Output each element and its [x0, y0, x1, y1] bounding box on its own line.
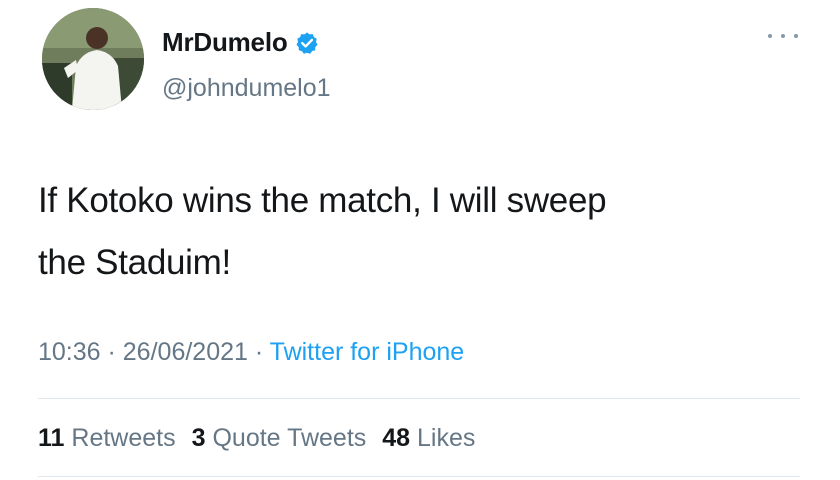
divider	[38, 476, 800, 477]
tweet-date[interactable]: 26/06/2021	[123, 338, 248, 366]
likes-stat[interactable]: 48 Likes	[382, 424, 475, 453]
quotes-label: Quote Tweets	[212, 424, 367, 452]
retweets-count: 11	[38, 424, 65, 452]
more-options-icon[interactable]	[768, 28, 798, 44]
retweets-stat[interactable]: 11 Retweets	[38, 424, 176, 453]
retweets-label: Retweets	[71, 424, 176, 452]
divider	[38, 398, 800, 399]
likes-count: 48	[382, 424, 411, 452]
meta-separator: ·	[247, 338, 270, 366]
tweet-card: MrDumelo @johndumelo1 If Kotoko wins the…	[0, 0, 840, 480]
tweet-text-line: the Staduim!	[38, 243, 231, 282]
likes-label: Likes	[417, 424, 476, 452]
more-dot	[768, 34, 772, 38]
meta-separator: ·	[100, 338, 123, 366]
author-name-row[interactable]: MrDumelo	[162, 27, 319, 58]
tweet-stats: 11 Retweets 3 Quote Tweets 48 Likes	[38, 424, 491, 453]
author-handle[interactable]: @johndumelo1	[162, 74, 331, 103]
tweet-time[interactable]: 10:36	[38, 338, 101, 366]
tweet-text-line: If Kotoko wins the match, I will sweep	[38, 181, 607, 220]
more-dot	[794, 34, 798, 38]
tweet-meta: 10:36 · 26/06/2021 · Twitter for iPhone	[38, 338, 464, 367]
more-dot	[781, 34, 785, 38]
tweet-text: If Kotoko wins the match, I will sweep t…	[38, 170, 778, 294]
tweet-source-link[interactable]: Twitter for iPhone	[270, 338, 465, 366]
verified-badge-icon	[295, 31, 319, 55]
display-name[interactable]: MrDumelo	[162, 27, 288, 58]
quote-tweets-stat[interactable]: 3 Quote Tweets	[192, 424, 367, 453]
avatar[interactable]	[42, 8, 144, 110]
quotes-count: 3	[191, 424, 206, 452]
